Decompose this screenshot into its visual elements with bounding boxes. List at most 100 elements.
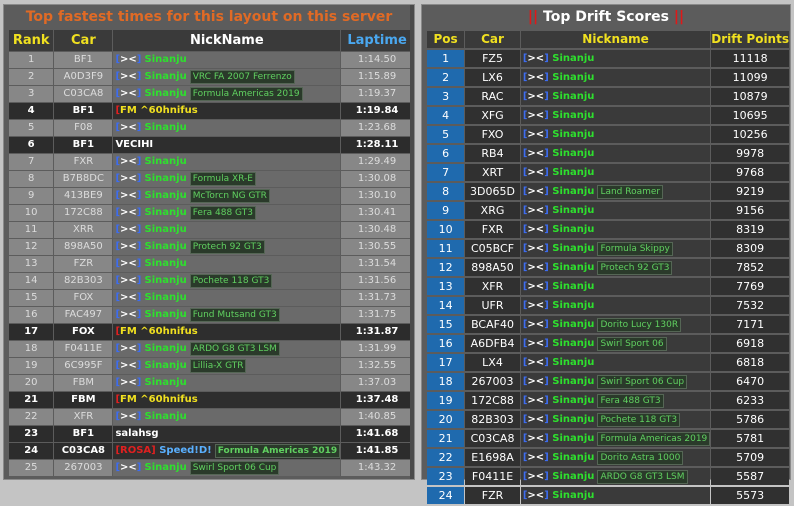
laptime-cell: 1:37.03	[341, 375, 413, 391]
nickname-text: [><] Sinanju	[522, 129, 595, 140]
car-name-badge: Dorito Astra 1000	[597, 451, 684, 465]
car-name-badge: Swirl Sport 06	[597, 337, 667, 351]
nickname-text: [><] Sinanju	[522, 300, 595, 311]
car-cell: RAC	[465, 88, 520, 105]
left-scrollbar[interactable]	[410, 5, 414, 479]
drift-row: 5 FXO [><] Sinanju 10256	[427, 126, 789, 143]
pos-cell: 8	[427, 183, 465, 200]
nickname-text: [><] Sinanju	[522, 471, 595, 482]
rank-cell: 10	[9, 205, 54, 221]
nickname-text: [><] Sinanju	[522, 319, 595, 330]
drift-row: 6 RB4 [><] Sinanju 9978	[427, 145, 789, 162]
car-cell: 267003	[465, 373, 520, 390]
drift-points-cell: 5573	[711, 487, 789, 504]
car-cell: LX4	[465, 354, 520, 371]
drift-row: 17 LX4 [><] Sinanju 6818	[427, 354, 789, 371]
nickname-cell: [><] Sinanju	[520, 69, 711, 86]
drift-row: 10 FXR [><] Sinanju 8319	[427, 221, 789, 238]
nickname-cell: [><] Sinanju Protech 92 GT3	[113, 239, 341, 255]
nickname-text: [><] Sinanju	[115, 377, 187, 388]
nickname-text: [><] Sinanju	[522, 110, 595, 121]
laptime-cell: 1:31.56	[341, 273, 413, 289]
pos-cell: 10	[427, 221, 465, 238]
nickname-text: [><] Sinanju	[115, 207, 187, 218]
drift-row: 22 E1698A [><] Sinanju Dorito Astra 1000 570…	[427, 449, 789, 466]
car-cell: FXO	[465, 126, 520, 143]
nickname-cell: VECIHI	[113, 137, 341, 153]
car-cell: B7B8DC	[54, 171, 113, 187]
car-cell: 3D065D	[465, 183, 520, 200]
laptime-cell: 1:41.85	[341, 443, 413, 459]
pos-header: Pos	[427, 31, 465, 48]
nickname-text: salahsg	[115, 428, 159, 439]
car-cell: BF1	[54, 103, 113, 119]
drift-points-cell: 8309	[711, 240, 789, 257]
nickname-text: [FM ^60hnifus	[115, 394, 198, 405]
drift-row: 18 267003 [><] Sinanju Swirl Sport 06 Cup 64…	[427, 373, 789, 390]
car-cell: FBM	[54, 392, 113, 408]
nickname-text: VECIHI	[115, 139, 154, 150]
rank-cell: 14	[9, 273, 54, 289]
nickname-cell: [><] Sinanju	[113, 154, 341, 170]
drift-points-cell: 7852	[711, 259, 789, 276]
rank-cell: 5	[9, 120, 54, 136]
laptime-cell: 1:30.08	[341, 171, 413, 187]
drift-scores-title: Top Drift Scores	[543, 9, 669, 25]
laptime-cell: 1:30.55	[341, 239, 413, 255]
drift-points-cell: 6470	[711, 373, 789, 390]
car-cell: XFR	[465, 278, 520, 295]
pos-cell: 11	[427, 240, 465, 257]
nickname-text: [><] Sinanju	[522, 186, 595, 197]
pos-cell: 5	[427, 126, 465, 143]
car-name-badge: Lillia-X GTR	[189, 359, 247, 373]
nickname-cell: [><] Sinanju ARDO G8 GT3 LSM	[520, 468, 711, 485]
car-name-badge: Protech 92 GT3	[189, 240, 265, 254]
car-cell: FAC497	[54, 307, 113, 323]
car-name-badge: Formula Americas 2019	[214, 444, 341, 458]
nickname-cell: [><] Sinanju McTorcn NG GTR	[113, 188, 341, 204]
laptime-row: 2 A0D3F9 [><] Sinanju VRC FA 2007 Ferrenzo 1…	[9, 69, 413, 85]
laptime-cell: 1:31.54	[341, 256, 413, 272]
rank-cell: 22	[9, 409, 54, 425]
nickname-text: [><] Sinanju	[522, 91, 595, 102]
laptime-cell: 1:15.89	[341, 69, 413, 85]
rank-cell: 19	[9, 358, 54, 374]
nickname-cell: [FM ^60hnifus	[113, 324, 341, 340]
laptime-row: 18 F0411E [><] Sinanju ARDO G8 GT3 LSM 1:31.…	[9, 341, 413, 357]
nickname-text: [><] Sinanju	[115, 88, 187, 99]
drift-points-cell: 5781	[711, 430, 789, 447]
nickname-text: [><] Sinanju	[115, 241, 187, 252]
nickname-cell: [><] Sinanju	[113, 120, 341, 136]
laptime-row: 12 898A50 [><] Sinanju Protech 92 GT3 1:30.5…	[9, 239, 413, 255]
nickname-text: [><] Sinanju	[115, 54, 187, 65]
car-cell: 413BE9	[54, 188, 113, 204]
car-name-badge: Pochete 118 GT3	[597, 413, 681, 427]
fastest-times-table: Rank Car NickName Laptime 1 BF1 [><] Sinan…	[8, 29, 414, 477]
nickname-header: NickName	[113, 30, 341, 51]
nickname-cell: [><] Sinanju Formula Americas 2019	[520, 430, 711, 447]
nickname-cell: [><] Sinanju Pochete 118 GT3	[113, 273, 341, 289]
nickname-text: [><] Sinanju	[115, 309, 187, 320]
nickname-cell: [><] Sinanju	[520, 126, 711, 143]
nickname-cell: [><] Sinanju Protech 92 GT3	[520, 259, 711, 276]
nickname-cell: [><] Sinanju	[520, 354, 711, 371]
laptime-row: 13 FZR [><] Sinanju 1:31.54	[9, 256, 413, 272]
rank-cell: 3	[9, 86, 54, 102]
car-cell: XFR	[54, 409, 113, 425]
laptime-cell: 1:30.10	[341, 188, 413, 204]
nickname-cell: [><] Sinanju	[520, 487, 711, 504]
nickname-cell: [><] Sinanju Fera 488 GT3	[113, 205, 341, 221]
drift-row: 13 XFR [><] Sinanju 7769	[427, 278, 789, 295]
car-cell: XRR	[54, 222, 113, 238]
nickname-text: [><] Sinanju	[522, 490, 595, 501]
nickname-text: [FM ^60hnifus	[115, 326, 198, 337]
laptime-cell: 1:40.85	[341, 409, 413, 425]
nickname-cell: salahsg	[113, 426, 341, 442]
rank-cell: 6	[9, 137, 54, 153]
nickname-text: [><] Sinanju	[522, 167, 595, 178]
nickname-text: [ROSA] Speed!D!	[115, 445, 212, 456]
car-cell: 82B303	[54, 273, 113, 289]
drift-row: 16 A6DFB4 [><] Sinanju Swirl Sport 06 6918	[427, 335, 789, 352]
laptime-row: 25 267003 [><] Sinanju Swirl Sport 06 Cup 1:…	[9, 460, 413, 476]
nickname-cell: [><] Sinanju	[113, 409, 341, 425]
